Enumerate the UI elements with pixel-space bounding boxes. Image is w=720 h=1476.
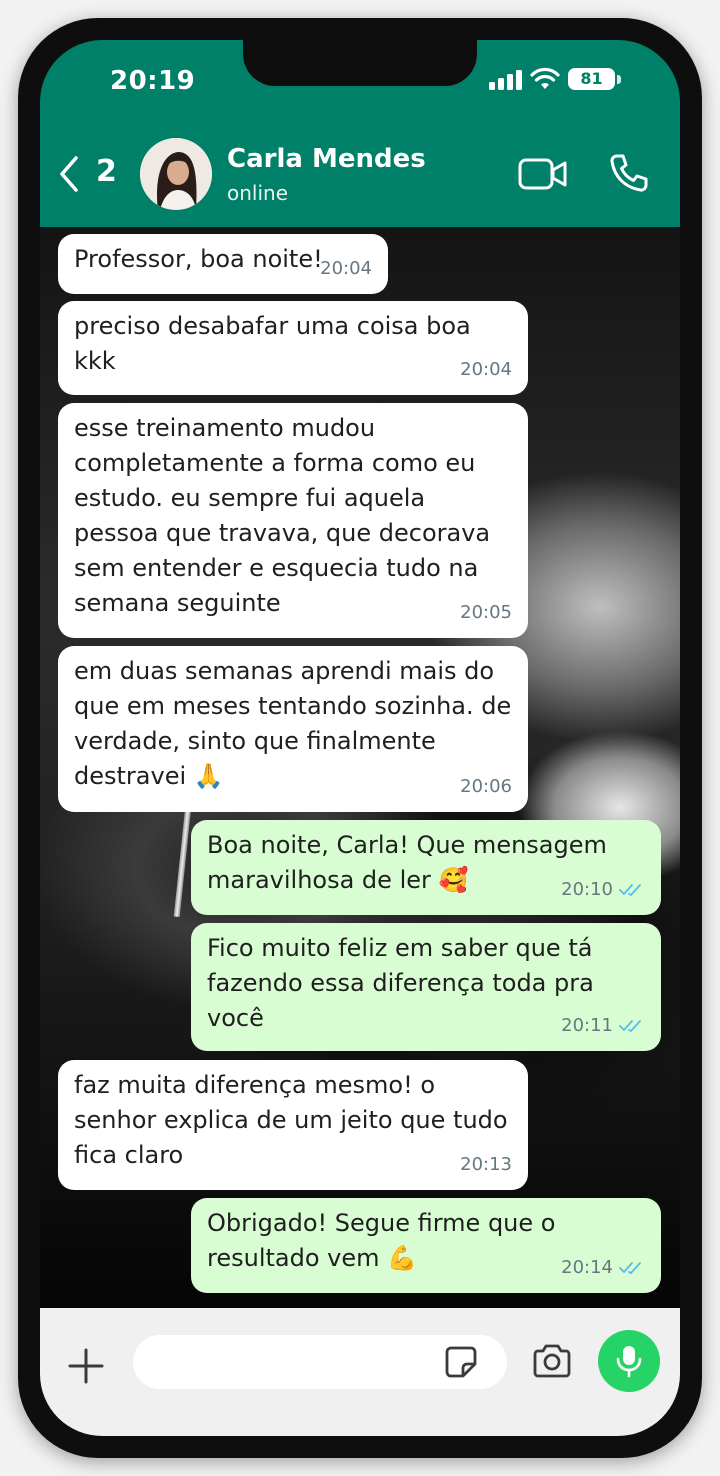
message-text: faz muita diferença mesmo! o senhor expl…	[74, 1071, 508, 1169]
battery-icon: 81	[568, 68, 615, 90]
plus-icon[interactable]	[68, 1348, 104, 1384]
avatar[interactable]	[140, 138, 212, 210]
message-incoming[interactable]: esse treinamento mudou completamente a f…	[58, 403, 528, 638]
phone-screen: 20:19 81 2 Carla Mendes online Professor…	[40, 40, 680, 1436]
message-text: esse treinamento mudou completamente a f…	[74, 414, 491, 617]
double-check-icon	[619, 1019, 641, 1032]
phone-call-icon[interactable]	[608, 152, 650, 194]
sticker-icon[interactable]	[441, 1342, 481, 1382]
message-text: Fico muito feliz em saber que tá fazendo…	[207, 934, 594, 1032]
message-incoming[interactable]: Professor, boa noite! 20:04	[58, 234, 388, 294]
phone-frame: 20:19 81 2 Carla Mendes online Professor…	[18, 18, 702, 1458]
contact-name[interactable]: Carla Mendes	[227, 144, 426, 174]
message-time: 20:04	[460, 359, 512, 380]
message-outgoing[interactable]: Fico muito feliz em saber que tá fazendo…	[191, 923, 661, 1051]
contact-status: online	[227, 181, 289, 205]
message-text: Obrigado! Segue firme que o resultado ve…	[207, 1209, 556, 1272]
message-outgoing[interactable]: Obrigado! Segue firme que o resultado ve…	[191, 1198, 661, 1293]
microphone-icon	[616, 1346, 642, 1378]
double-check-icon	[619, 1261, 641, 1274]
message-time: 20:04	[320, 258, 372, 279]
message-incoming[interactable]: faz muita diferença mesmo! o senhor expl…	[58, 1060, 528, 1190]
message-time: 20:11	[561, 1015, 613, 1036]
message-text: em duas semanas aprendi mais do que em m…	[74, 657, 512, 790]
wifi-icon	[530, 67, 560, 89]
status-time: 20:19	[110, 66, 196, 96]
battery-cap	[617, 75, 621, 84]
notch	[243, 40, 477, 86]
message-time: 20:05	[460, 602, 512, 623]
mic-button[interactable]	[598, 1330, 660, 1392]
background-detail	[173, 797, 193, 917]
signal-icon	[489, 70, 523, 90]
message-text: Professor, boa noite!	[74, 245, 323, 273]
message-text: preciso desabafar uma coisa boa kkk	[74, 312, 471, 375]
message-text: Boa noite, Carla! Que mensagem maravilho…	[207, 831, 607, 894]
message-time: 20:13	[460, 1154, 512, 1175]
unread-count[interactable]: 2	[96, 154, 117, 189]
camera-icon[interactable]	[531, 1342, 573, 1380]
message-incoming[interactable]: preciso desabafar uma coisa boa kkk 20:0…	[58, 301, 528, 395]
message-time: 20:06	[460, 776, 512, 797]
message-outgoing[interactable]: Boa noite, Carla! Que mensagem maravilho…	[191, 820, 661, 915]
message-time: 20:14	[561, 1257, 613, 1278]
double-check-icon	[619, 883, 641, 896]
chat-area[interactable]: Professor, boa noite! 20:04 preciso desa…	[40, 227, 680, 1308]
video-call-icon[interactable]	[518, 156, 568, 192]
composer-bar	[40, 1308, 680, 1436]
message-incoming[interactable]: em duas semanas aprendi mais do que em m…	[58, 646, 528, 812]
message-time: 20:10	[561, 879, 613, 900]
back-chevron-icon[interactable]	[56, 154, 84, 194]
